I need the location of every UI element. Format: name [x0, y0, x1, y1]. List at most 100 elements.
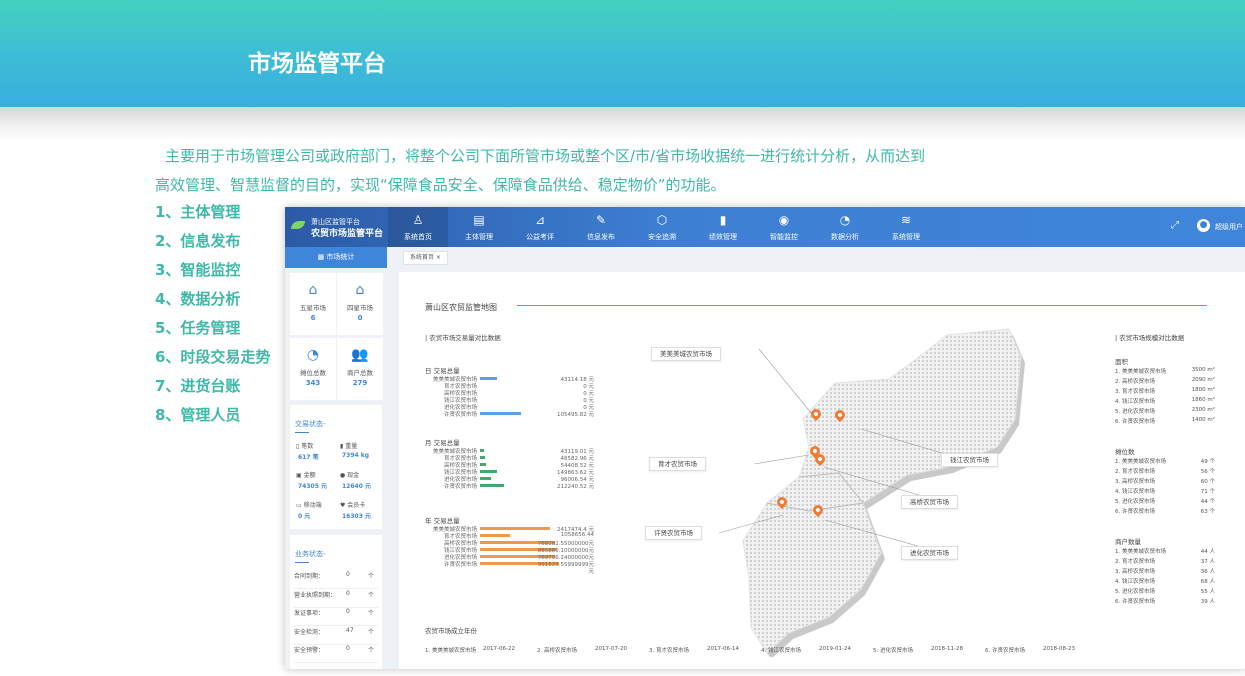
bar-mark — [480, 463, 487, 466]
business-row[interactable]: 安全预警： 0 个 — [294, 645, 378, 663]
nav-item[interactable]: ✎ 信息发布 — [571, 207, 631, 247]
business-row[interactable]: 发证事项： 0 个 — [294, 608, 378, 626]
bar-value: 1058656.44 — [560, 532, 594, 538]
stat-label: 商户总数 — [347, 369, 373, 377]
business-value: 0 — [346, 645, 350, 652]
merchants-name: 4. 钱江农贸市场 — [1115, 579, 1155, 585]
stalls-name: 3. 高桥农贸市场 — [1115, 479, 1155, 485]
nav-item[interactable]: ≋ 系统管理 — [876, 207, 936, 247]
trade-cash: ● 现金 12640 元 — [340, 470, 380, 490]
area-row: 3. 育才农贸市场 1800 m² — [1115, 387, 1215, 395]
fullscreen-icon[interactable]: ⤢ — [1171, 220, 1179, 231]
map-label[interactable]: 许贤农贸市场 — [645, 526, 702, 540]
stat-label: 摊位总数 — [300, 369, 326, 377]
map-label[interactable]: 高桥农贸市场 — [901, 495, 958, 509]
business-row[interactable]: 营业执照到期： 0 个 — [294, 590, 378, 608]
bar-label: 育才农贸市场 — [415, 382, 477, 390]
area-value: 3500 m² — [1191, 367, 1215, 373]
stat-card-merchants[interactable]: 👥 商户总数 279 — [337, 338, 383, 400]
map-label[interactable]: 美美美城农贸市场 — [651, 347, 721, 361]
trade-label: 会员卡 — [347, 502, 366, 509]
business-row[interactable]: 合同到期： 0 个 — [294, 571, 378, 589]
map-label[interactable]: 进化农贸市场 — [901, 546, 958, 560]
stat-card-five-star[interactable]: ⌂ 五星市场 6 — [290, 273, 336, 335]
bar-mark — [480, 477, 491, 480]
map-label[interactable]: 钱江农贸市场 — [941, 453, 998, 467]
year-date: 2017-06-22 — [483, 646, 515, 652]
district-map[interactable]: 美美美城农贸市场 育才农贸市场 许贤农贸市场 钱江农贸市场 高桥农贸市场 进化农… — [645, 327, 1069, 659]
app-topbar: 萧山区监管平台 农贸市场监管平台 ♙ 系统首页 ▤ 主体管理 ⊿ 公益考评 ✎ 信息发布 ⬡ 安全… — [285, 207, 1245, 247]
bar-label: 高桥农贸市场 — [415, 461, 477, 469]
bar-name: 许贤农贸市场 — [443, 412, 477, 418]
year-market-name: 6. 许贤农贸市场 — [985, 648, 1025, 654]
merchants-row: 3. 高桥农贸市场 36 人 — [1115, 567, 1215, 575]
area-value: 1400 m² — [1191, 417, 1215, 423]
nav-label: 公益考评 — [526, 233, 554, 241]
scale-title: | 农贸市场规模对比数据 — [1115, 334, 1185, 342]
merchants-value: 39 人 — [1200, 599, 1215, 605]
nav-label: 信息发布 — [587, 233, 615, 241]
nav-item[interactable]: ▮ 绩效管理 — [693, 207, 753, 247]
main-content: 萧山区农贸监管地图 | 农贸市场交易量对比数据 日 交易总量 美美美城农贸市场 43… — [399, 272, 1245, 669]
stalls-row: 1. 美美美城农贸市场 49 个 — [1115, 457, 1215, 465]
stalls-row: 5. 进化农贸市场 44 个 — [1115, 497, 1215, 505]
trade-value: 12640 元 — [342, 483, 371, 490]
bar-mark — [480, 449, 485, 452]
stalls-value: 71 个 — [1200, 489, 1215, 495]
merchants-row: 5. 进化农贸市场 55 人 — [1115, 587, 1215, 595]
merchants-value: 44 人 — [1200, 549, 1215, 555]
trade-label: 金额 — [303, 472, 316, 479]
stat-card-stalls[interactable]: ◔ 摊位总数 343 — [290, 338, 336, 400]
bar-mark — [480, 534, 510, 537]
user-avatar-icon[interactable]: ● — [1197, 219, 1210, 232]
pie-icon: ◔ — [839, 213, 851, 227]
area-title: 面积 — [1115, 358, 1128, 366]
business-label: 安全检测： — [294, 629, 325, 636]
app-logo[interactable]: 萧山区监管平台 农贸市场监管平台 — [291, 215, 399, 239]
stalls-name: 6. 许贤农贸市场 — [1115, 509, 1155, 515]
description: 主要用于市场管理公司或政府部门，将整个公司下面所管市场或整个区/市/省市场收据统… — [155, 142, 1015, 200]
nav-item[interactable]: ◔ 数据分析 — [815, 207, 875, 247]
tab-home[interactable]: 系统首页 × — [403, 251, 448, 265]
map-label[interactable]: 育才农贸市场 — [649, 457, 706, 471]
stalls-row: 6. 许贤农贸市场 63 个 — [1115, 507, 1215, 515]
bar-mark — [480, 470, 497, 473]
area-value: 2090 m² — [1191, 377, 1215, 383]
stat-card-four-star[interactable]: ⌂ 四星市场 0 — [337, 273, 383, 335]
bar-label: 育才农贸市场 — [415, 532, 477, 540]
stalls-name: 2. 育才农贸市场 — [1115, 469, 1155, 475]
business-unit: 个 — [368, 573, 375, 580]
nav-item[interactable]: ⊿ 公益考评 — [510, 207, 570, 247]
sidebar-header[interactable]: ▦ 市场统计 — [285, 247, 387, 268]
app-sidebar: ▦ 市场统计 ⌂ 五星市场 6 ⌂ 四星市场 0 ◔ 摊位总数 343 👥 商户… — [285, 247, 387, 669]
user-name[interactable]: 超级用户 — [1215, 222, 1243, 232]
market-icon: ⌂ — [308, 282, 318, 298]
app-screenshot: 萧山区监管平台 农贸市场监管平台 ♙ 系统首页 ▤ 主体管理 ⊿ 公益考评 ✎ 信息发布 ⬡ 安全… — [285, 207, 1245, 669]
hero-banner: 市场监管平台 — [0, 0, 1245, 107]
feature-item: 6、时段交易走势 — [155, 348, 271, 366]
bar-label: 高桥农贸市场 — [415, 539, 477, 547]
nav-item[interactable]: ▤ 主体管理 — [449, 207, 509, 247]
business-row[interactable]: 安全检测： 47 个 — [294, 627, 378, 645]
nav-label: 系统首页 — [404, 233, 432, 241]
trade-status-title: 交易状态- — [295, 420, 326, 428]
area-name: 3. 育才农贸市场 — [1115, 389, 1155, 395]
year-market-name: 4. 钱江农贸市场 — [761, 648, 801, 654]
leaf-logo-icon — [291, 221, 305, 229]
year-date: 2019-01-24 — [819, 646, 851, 652]
stalls-row: 3. 高桥农贸市场 60 个 — [1115, 477, 1215, 485]
nav-item[interactable]: ◉ 智能监控 — [754, 207, 814, 247]
stalls-row: 4. 钱江农贸市场 71 个 — [1115, 487, 1215, 495]
nav-item[interactable]: ♙ 系统首页 — [388, 207, 448, 247]
trade-status-panel: 交易状态- ▯ 笔数 617 笔 ▮ 重量 7394 kg ▣ 金额 74305 元 … — [290, 405, 382, 529]
area-name: 2. 高桥农贸市场 — [1115, 379, 1155, 385]
trade-label: 重量 — [345, 443, 358, 450]
year-date: 2017-06-14 — [707, 646, 739, 652]
nav-item[interactable]: ⬡ 安全追溯 — [632, 207, 692, 247]
nav-label: 系统管理 — [892, 233, 920, 241]
area-row: 1. 美美美城农贸市场 3500 m² — [1115, 367, 1215, 375]
trade-count: ▯ 笔数 617 笔 — [296, 441, 336, 461]
area-name: 4. 钱江农贸市场 — [1115, 399, 1155, 405]
business-status-panel: 业务状态- 合同到期： 0 个 营业执照到期： 0 个 发证事项： 0 个 安全检测： 47 个… — [290, 535, 382, 669]
stat-label: 四星市场 — [347, 304, 373, 312]
